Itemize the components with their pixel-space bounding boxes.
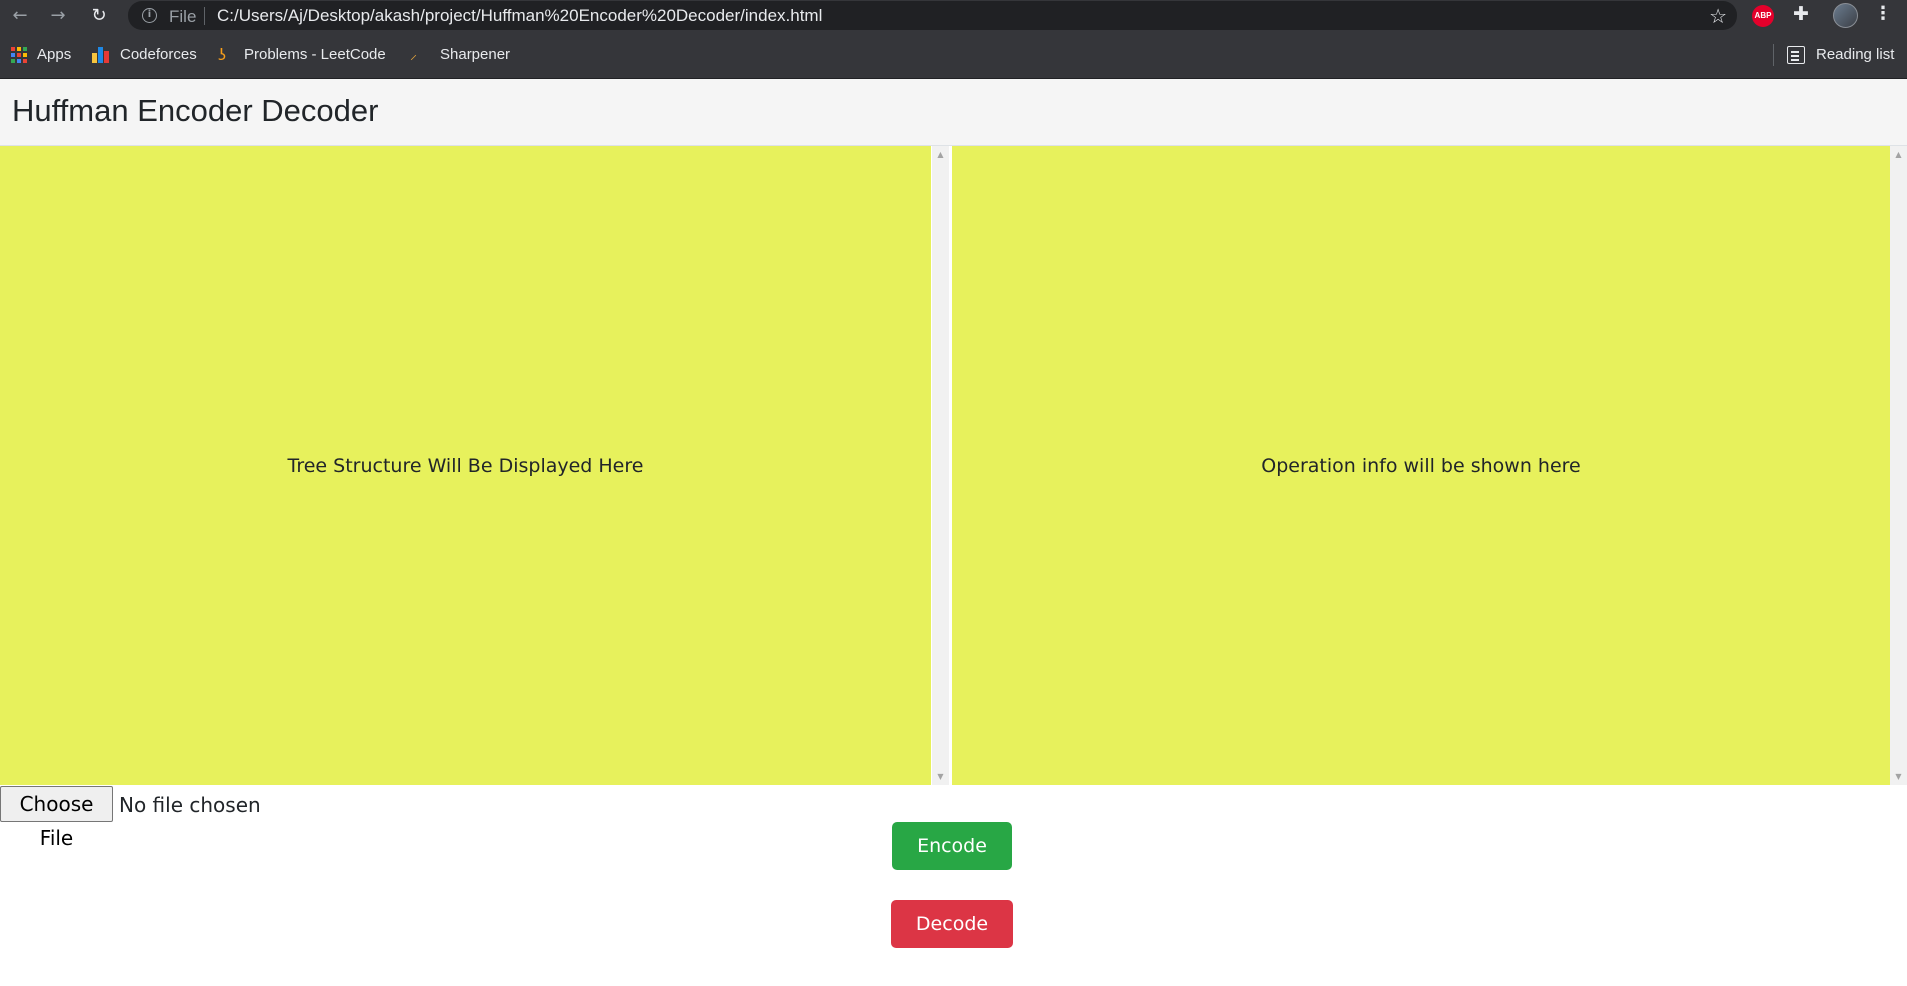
encode-button[interactable]: Encode xyxy=(892,822,1012,870)
scroll-down-arrow-icon[interactable]: ▼ xyxy=(1890,768,1907,785)
kebab-menu-icon[interactable]: ⋮ xyxy=(1874,3,1892,24)
scroll-down-arrow-icon[interactable]: ▼ xyxy=(932,768,949,785)
decode-button[interactable]: Decode xyxy=(891,900,1013,948)
bookmarks-divider xyxy=(1773,44,1774,66)
bookmark-codeforces[interactable]: Codeforces xyxy=(92,45,197,65)
apps-grid-icon xyxy=(11,47,27,64)
bookmark-label: Apps xyxy=(37,46,72,63)
choose-file-button[interactable]: Choose File xyxy=(0,786,113,850)
bookmark-sharpener[interactable]: ⸝ Sharpener xyxy=(410,45,510,65)
adblock-extension-icon[interactable]: ABP xyxy=(1752,5,1774,27)
info-placeholder-text: Operation info will be shown here xyxy=(1261,455,1581,477)
url-separator xyxy=(204,7,205,25)
page-title: Huffman Encoder Decoder xyxy=(12,93,379,128)
bookmark-apps[interactable]: Apps xyxy=(11,45,71,65)
page-header: Huffman Encoder Decoder xyxy=(0,79,1907,146)
reading-list-button[interactable]: Reading list xyxy=(1787,45,1894,65)
reading-list-icon xyxy=(1787,46,1805,65)
bookmark-label: Codeforces xyxy=(120,46,197,63)
operation-info-panel: Operation info will be shown here xyxy=(952,146,1890,785)
forward-arrow-icon[interactable]: → xyxy=(46,4,70,28)
address-bar[interactable]: i File C:/Users/Aj/Desktop/akash/project… xyxy=(128,1,1737,30)
info-panel-scrollbar[interactable]: ▲ ▼ xyxy=(1890,146,1907,785)
bookmark-leetcode[interactable]: ʖ Problems - LeetCode xyxy=(218,45,386,65)
tree-structure-panel: Tree Structure Will Be Displayed Here xyxy=(0,146,931,785)
browser-toolbar: ← → ↻ i File C:/Users/Aj/Desktop/akash/p… xyxy=(0,0,1907,31)
puzzle-extensions-icon[interactable]: ✚ xyxy=(1793,3,1809,25)
scroll-up-arrow-icon[interactable]: ▲ xyxy=(1890,146,1907,163)
sharpener-icon: ⸝ xyxy=(410,47,417,64)
tree-placeholder-text: Tree Structure Will Be Displayed Here xyxy=(287,455,644,477)
back-arrow-icon[interactable]: ← xyxy=(8,4,32,28)
bookmark-star-icon[interactable]: ☆ xyxy=(1709,4,1727,28)
reading-list-label: Reading list xyxy=(1816,46,1895,63)
info-icon[interactable]: i xyxy=(142,8,157,23)
scroll-up-arrow-icon[interactable]: ▲ xyxy=(932,146,949,163)
leetcode-icon: ʖ xyxy=(218,45,227,65)
file-status-text: No file chosen xyxy=(119,793,261,817)
url-text[interactable]: C:/Users/Aj/Desktop/akash/project/Huffma… xyxy=(217,6,822,26)
profile-avatar[interactable] xyxy=(1833,3,1858,28)
bookmark-label: Problems - LeetCode xyxy=(244,46,386,63)
reload-icon[interactable]: ↻ xyxy=(87,4,111,28)
bookmark-label: Sharpener xyxy=(440,46,511,63)
tree-panel-scrollbar[interactable]: ▲ ▼ xyxy=(932,146,949,785)
url-scheme-label: File xyxy=(169,7,197,26)
bookmarks-bar: Apps Codeforces ʖ Problems - LeetCode ⸝ Sh… xyxy=(0,31,1907,79)
codeforces-icon xyxy=(92,47,110,64)
